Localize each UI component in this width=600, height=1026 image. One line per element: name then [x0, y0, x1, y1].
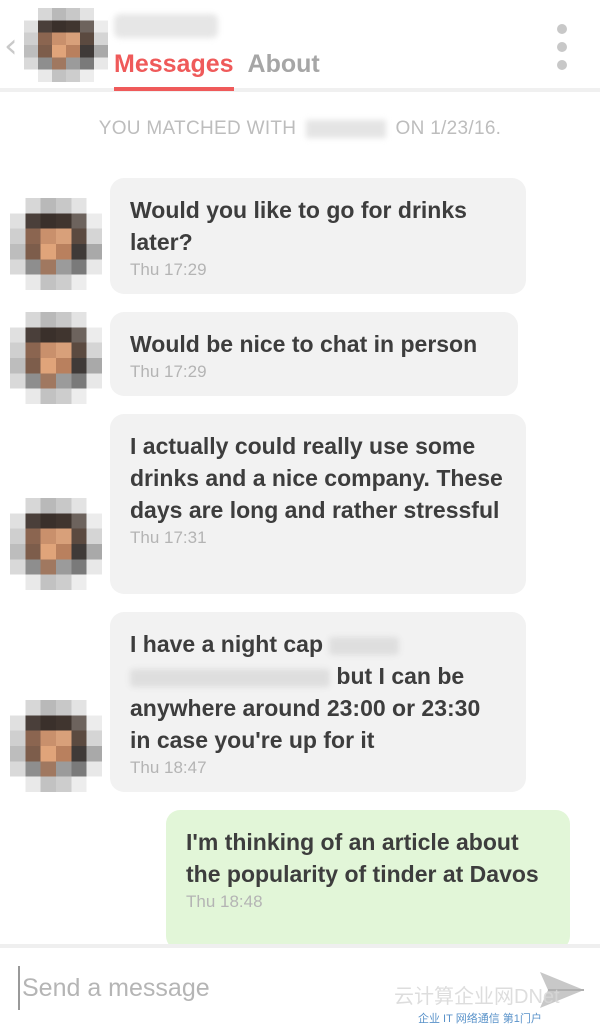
- sender-avatar[interactable]: [10, 198, 102, 290]
- message-time: Thu 17:29: [130, 260, 207, 279]
- message-text: I'm thinking of an article about the pop…: [186, 829, 539, 887]
- message-time: Thu 18:47: [130, 758, 207, 777]
- sender-avatar[interactable]: [10, 312, 102, 404]
- message-time: Thu 17:31: [130, 528, 207, 547]
- tab-bar: Messages About: [114, 50, 320, 91]
- message-bubble-incoming: Would you like to go for drinks later? T…: [110, 178, 526, 294]
- message-time: Thu 18:48: [186, 892, 263, 911]
- tab-about[interactable]: About: [248, 50, 320, 91]
- message-text: I have a night cap but I can be anywhere…: [130, 628, 506, 756]
- message-text: Would be nice to chat in person: [130, 331, 478, 357]
- message-bubble-outgoing: I'm thinking of an article about the pop…: [166, 810, 570, 950]
- chat-header: ‹ Messages About: [0, 0, 600, 92]
- tab-messages[interactable]: Messages: [114, 50, 234, 91]
- chevron-left-icon[interactable]: ‹: [4, 28, 22, 64]
- sender-avatar[interactable]: [10, 498, 102, 590]
- watermark-top: 云计算企业网DNet: [394, 986, 560, 1008]
- message-time: Thu 17:29: [130, 362, 207, 381]
- message-text-start: I have a night cap: [130, 631, 323, 657]
- redacted-text: [329, 636, 400, 655]
- match-name-redacted: [305, 119, 386, 138]
- site-watermark: 云计算企业网DNet 企业 IT 网络通信 第1门户: [394, 980, 600, 1026]
- redacted-text: [130, 668, 330, 687]
- sender-avatar[interactable]: [10, 700, 102, 792]
- message-bubble-incoming: I have a night cap but I can be anywhere…: [110, 612, 526, 792]
- match-name-redacted: [114, 14, 218, 38]
- message-bubble-incoming: I actually could really use some drinks …: [110, 414, 526, 594]
- message-text: I actually could really use some drinks …: [130, 433, 503, 523]
- match-notice: YOU MATCHED WITH ON 1/23/16.: [0, 118, 600, 140]
- match-notice-prefix: YOU MATCHED WITH: [98, 118, 297, 139]
- message-bubble-incoming: Would be nice to chat in person Thu 17:2…: [110, 312, 518, 396]
- watermark-bottom: 企业 IT 网络通信 第1门户: [418, 1013, 542, 1025]
- kebab-menu-icon[interactable]: [552, 24, 572, 70]
- match-notice-suffix: ON 1/23/16.: [395, 118, 502, 139]
- message-text: Would you like to go for drinks later?: [130, 197, 467, 255]
- match-avatar[interactable]: [24, 8, 108, 82]
